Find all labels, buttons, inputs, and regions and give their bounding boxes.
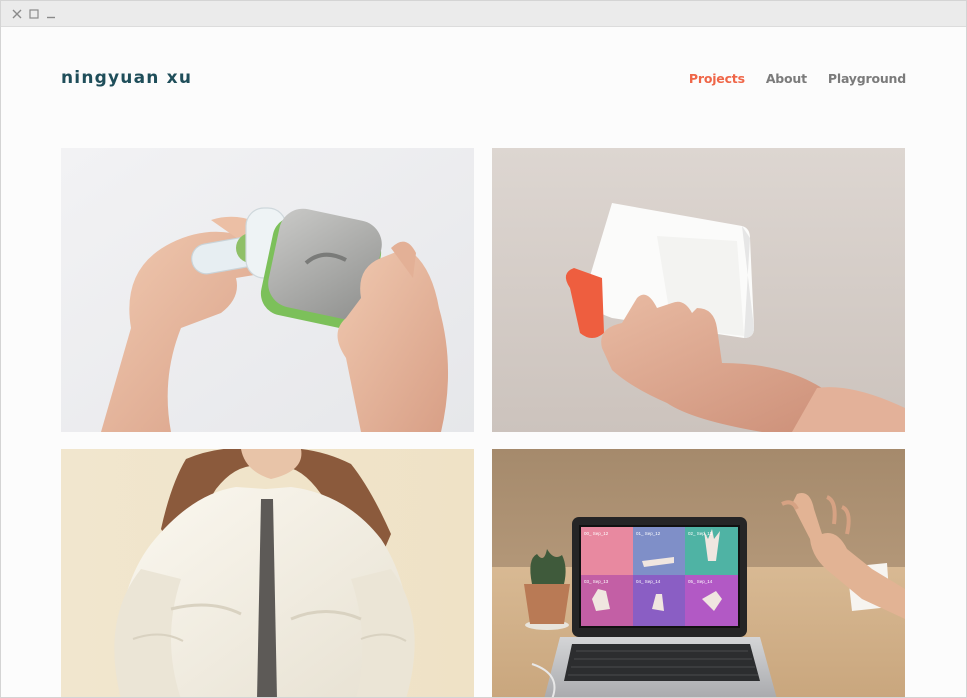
main-nav: Projects About Playground: [689, 71, 906, 86]
project-tile-1[interactable]: [61, 148, 474, 432]
window-titlebar: [1, 1, 966, 27]
grid-label-6: 05_ Sep_14: [688, 579, 713, 584]
close-icon[interactable]: [11, 8, 22, 19]
grid-label-1: 00_ Sep_12: [584, 531, 609, 536]
gesture-grid: 00_ Sep_12 01_ Sep_12 02_ Sep_13 03_ Sep…: [581, 527, 738, 626]
nav-playground[interactable]: Playground: [828, 71, 906, 86]
site-logo[interactable]: ningyuan xu: [61, 68, 192, 88]
browser-window: ningyuan xu Projects About Playground 00…: [0, 0, 967, 698]
nav-about[interactable]: About: [766, 71, 807, 86]
project-tile-4[interactable]: 00_ Sep_12 01_ Sep_12 02_ Sep_13 03_ Sep…: [492, 449, 905, 697]
project-tile-2[interactable]: [492, 148, 905, 432]
grid-label-4: 03_ Sep_13: [584, 579, 609, 584]
hands-holding-device-photo: [61, 148, 474, 432]
nav-projects[interactable]: Projects: [689, 71, 745, 86]
foam-block-photo: [492, 148, 905, 432]
project-tile-3[interactable]: [61, 449, 474, 697]
grid-label-2: 01_ Sep_12: [636, 531, 661, 536]
white-jacket-photo: [61, 449, 474, 697]
site-header: ningyuan xu Projects About Playground: [61, 67, 906, 89]
maximize-icon[interactable]: [28, 8, 39, 19]
laptop-gesture-photo: 00_ Sep_12 01_ Sep_12 02_ Sep_13 03_ Sep…: [492, 449, 905, 697]
grid-label-5: 04_ Sep_14: [636, 579, 661, 584]
grid-label-3: 02_ Sep_13: [688, 531, 713, 536]
minimize-icon[interactable]: [45, 8, 56, 19]
